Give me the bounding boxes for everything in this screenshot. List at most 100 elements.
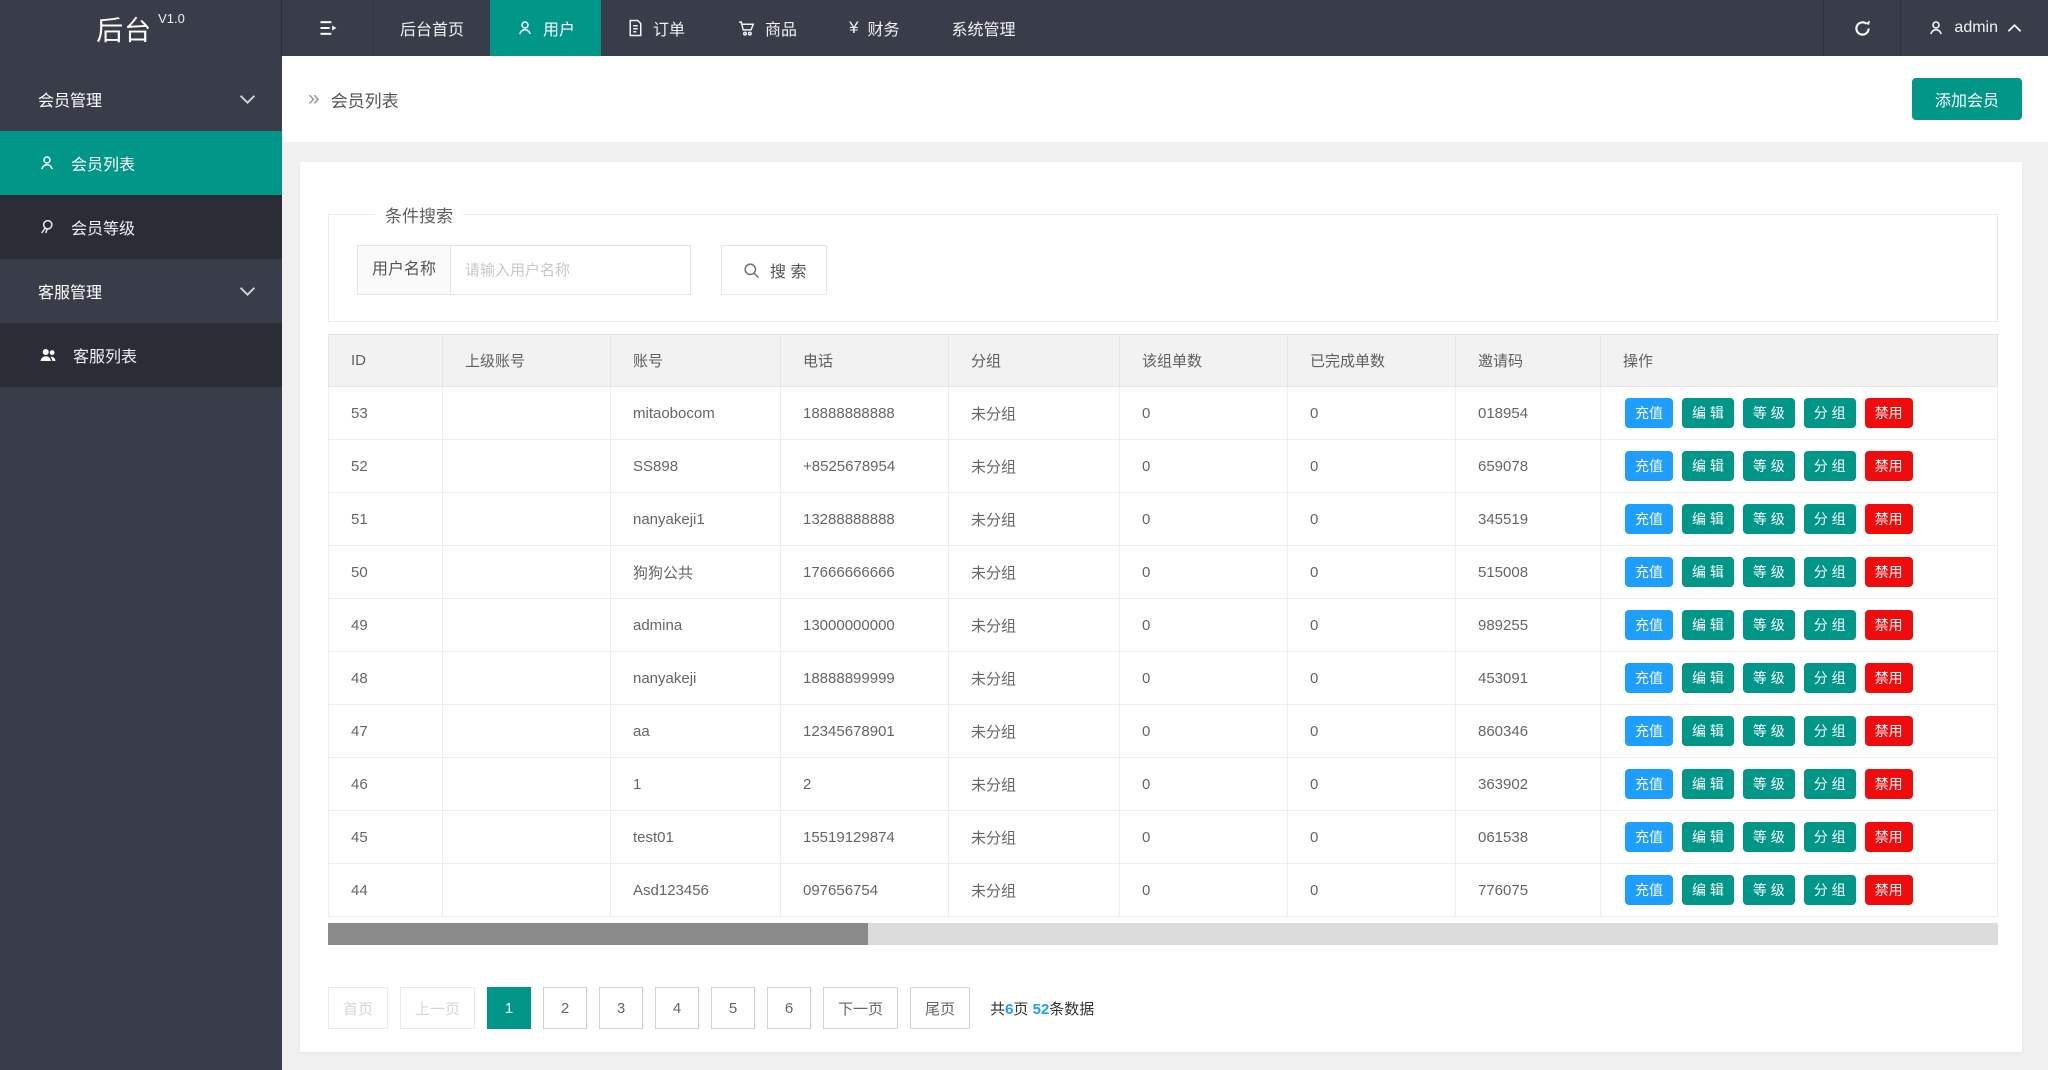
disable-button[interactable]: 禁用 <box>1865 451 1913 481</box>
cell-invite-code: 515008 <box>1456 546 1601 599</box>
group-button[interactable]: 分 组 <box>1804 875 1856 905</box>
search-row: 用户名称 搜 索 <box>357 245 1967 295</box>
sidebar-item-member-level[interactable]: 会员等级 <box>0 195 282 259</box>
page-button-4[interactable]: 4 <box>655 987 699 1029</box>
disable-button[interactable]: 禁用 <box>1865 398 1913 428</box>
refresh-icon <box>1852 18 1873 39</box>
recharge-button[interactable]: 充值 <box>1625 663 1673 693</box>
edit-button[interactable]: 编 辑 <box>1682 610 1734 640</box>
nav-item-home[interactable]: 后台首页 <box>374 0 490 56</box>
recharge-button[interactable]: 充值 <box>1625 769 1673 799</box>
recharge-button[interactable]: 充值 <box>1625 398 1673 428</box>
sidebar-toggle-button[interactable] <box>282 0 374 56</box>
nav-item-goods[interactable]: 商品 <box>711 0 823 56</box>
recharge-button[interactable]: 充值 <box>1625 504 1673 534</box>
edit-button[interactable]: 编 辑 <box>1682 716 1734 746</box>
edit-button[interactable]: 编 辑 <box>1682 557 1734 587</box>
edit-button[interactable]: 编 辑 <box>1682 769 1734 799</box>
group-button[interactable]: 分 组 <box>1804 451 1856 481</box>
level-button[interactable]: 等 级 <box>1743 451 1795 481</box>
group-button[interactable]: 分 组 <box>1804 610 1856 640</box>
nav-item-users[interactable]: 用户 <box>490 0 601 56</box>
disable-button[interactable]: 禁用 <box>1865 822 1913 852</box>
sidebar-group-service-management[interactable]: 客服管理 <box>0 259 282 323</box>
search-button[interactable]: 搜 索 <box>721 245 827 295</box>
group-button[interactable]: 分 组 <box>1804 398 1856 428</box>
page-button-5[interactable]: 5 <box>711 987 755 1029</box>
horizontal-scrollbar[interactable] <box>328 923 1998 945</box>
member-list-card: 条件搜索 用户名称 搜 索 <box>300 162 2022 1052</box>
level-button[interactable]: 等 级 <box>1743 769 1795 799</box>
cell-phone: +8525678954 <box>781 440 949 493</box>
disable-button[interactable]: 禁用 <box>1865 557 1913 587</box>
page-button-3[interactable]: 3 <box>599 987 643 1029</box>
cell-group: 未分组 <box>949 652 1120 705</box>
level-button[interactable]: 等 级 <box>1743 398 1795 428</box>
group-button[interactable]: 分 组 <box>1804 557 1856 587</box>
cell-group: 未分组 <box>949 440 1120 493</box>
col-header-phone: 电话 <box>781 335 949 387</box>
last-page-button[interactable]: 尾页 <box>910 987 970 1029</box>
cell-account: nanyakeji1 <box>611 493 781 546</box>
table-header-row: ID 上级账号 账号 电话 分组 该组单数 已完成单数 邀请码 操作 <box>329 335 1998 387</box>
edit-button[interactable]: 编 辑 <box>1682 875 1734 905</box>
nav-item-system[interactable]: 系统管理 <box>926 0 1042 56</box>
cell-group: 未分组 <box>949 387 1120 440</box>
sidebar-group-member-management[interactable]: 会员管理 <box>0 67 282 131</box>
disable-button[interactable]: 禁用 <box>1865 769 1913 799</box>
add-member-button[interactable]: 添加会员 <box>1912 78 2022 120</box>
group-button[interactable]: 分 组 <box>1804 769 1856 799</box>
group-button[interactable]: 分 组 <box>1804 716 1856 746</box>
level-button[interactable]: 等 级 <box>1743 875 1795 905</box>
level-button[interactable]: 等 级 <box>1743 822 1795 852</box>
recharge-button[interactable]: 充值 <box>1625 557 1673 587</box>
cell-actions: 充值编 辑等 级分 组禁用 <box>1601 387 1998 440</box>
recharge-button[interactable]: 充值 <box>1625 610 1673 640</box>
refresh-button[interactable] <box>1823 0 1901 56</box>
recharge-button[interactable]: 充值 <box>1625 451 1673 481</box>
level-button[interactable]: 等 级 <box>1743 716 1795 746</box>
recharge-button[interactable]: 充值 <box>1625 716 1673 746</box>
group-button[interactable]: 分 组 <box>1804 822 1856 852</box>
disable-button[interactable]: 禁用 <box>1865 716 1913 746</box>
cell-group-orders: 0 <box>1120 546 1288 599</box>
cell-phone: 13000000000 <box>781 599 949 652</box>
level-button[interactable]: 等 级 <box>1743 610 1795 640</box>
cell-invite-code: 345519 <box>1456 493 1601 546</box>
sidebar-item-service-list[interactable]: 客服列表 <box>0 323 282 387</box>
cell-completed-orders: 0 <box>1288 493 1456 546</box>
cell-group-orders: 0 <box>1120 440 1288 493</box>
page-button-2[interactable]: 2 <box>543 987 587 1029</box>
group-button[interactable]: 分 组 <box>1804 504 1856 534</box>
user-menu[interactable]: admin <box>1901 0 2048 56</box>
edit-button[interactable]: 编 辑 <box>1682 663 1734 693</box>
level-button[interactable]: 等 级 <box>1743 504 1795 534</box>
page-button-1[interactable]: 1 <box>487 987 531 1029</box>
cell-completed-orders: 0 <box>1288 758 1456 811</box>
scrollbar-thumb[interactable] <box>328 923 868 945</box>
nav-label: 后台首页 <box>400 16 464 40</box>
disable-button[interactable]: 禁用 <box>1865 663 1913 693</box>
edit-button[interactable]: 编 辑 <box>1682 451 1734 481</box>
table-row: 45test0115519129874未分组00061538充值编 辑等 级分 … <box>329 811 1998 864</box>
edit-button[interactable]: 编 辑 <box>1682 504 1734 534</box>
disable-button[interactable]: 禁用 <box>1865 504 1913 534</box>
cell-parent <box>443 387 611 440</box>
edit-button[interactable]: 编 辑 <box>1682 398 1734 428</box>
username-input[interactable] <box>451 245 691 295</box>
disable-button[interactable]: 禁用 <box>1865 610 1913 640</box>
sidebar-item-member-list[interactable]: 会员列表 <box>0 131 282 195</box>
level-button[interactable]: 等 级 <box>1743 557 1795 587</box>
next-page-button[interactable]: 下一页 <box>823 987 898 1029</box>
level-button[interactable]: 等 级 <box>1743 663 1795 693</box>
username-label: 用户名称 <box>357 245 451 295</box>
disable-button[interactable]: 禁用 <box>1865 875 1913 905</box>
nav-item-orders[interactable]: 订单 <box>601 0 711 56</box>
nav-item-finance[interactable]: ¥ 财务 <box>823 0 925 56</box>
sidebar-item-label: 客服列表 <box>73 343 137 367</box>
edit-button[interactable]: 编 辑 <box>1682 822 1734 852</box>
recharge-button[interactable]: 充值 <box>1625 875 1673 905</box>
recharge-button[interactable]: 充值 <box>1625 822 1673 852</box>
page-button-6[interactable]: 6 <box>767 987 811 1029</box>
group-button[interactable]: 分 组 <box>1804 663 1856 693</box>
